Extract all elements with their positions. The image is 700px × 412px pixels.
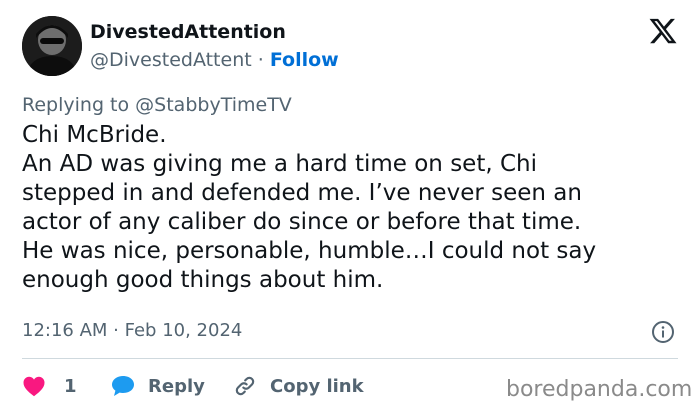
reply-button[interactable]: Reply [110,372,205,400]
tweet-text: Chi McBride. An AD was giving me a hard … [22,121,682,295]
tweet-line: enough good things about him. [22,267,384,293]
like-count: 1 [64,375,77,397]
speech-bubble-icon [112,376,134,396]
replying-to: Replying to @StabbyTimeTV [22,93,292,117]
handle[interactable]: @DivestedAttent [90,49,252,71]
tweet-header: DivestedAttention @DivestedAttent · Foll… [22,16,682,78]
heart-icon [23,376,45,397]
display-name[interactable]: DivestedAttention [90,20,339,44]
author-info: DivestedAttention @DivestedAttent · Foll… [90,20,339,73]
follow-button[interactable]: Follow [270,49,339,71]
x-logo-icon[interactable] [648,16,678,46]
replying-prefix: Replying to [22,94,130,116]
avatar-image [22,16,82,76]
copy-link-label: Copy link [270,375,364,397]
tweet-line: Chi McBride. [22,122,167,148]
tweet-line: He was nice, personable, humble…I could … [22,238,597,264]
reply-label: Reply [148,375,205,397]
reply-mention-link[interactable]: @StabbyTimeTV [135,94,292,116]
copy-link-button[interactable]: Copy link [232,372,364,400]
watermark: boredpanda.com [506,377,693,402]
handle-separator: · [257,49,264,71]
avatar[interactable] [22,16,82,76]
tweet-timestamp[interactable]: 12:16 AM · Feb 10, 2024 [22,319,242,343]
like-button[interactable]: 1 [22,372,77,400]
info-icon[interactable] [651,320,675,344]
tweet-line: An AD was giving me a hard time on set, … [22,151,537,177]
handle-row: @DivestedAttent · Follow [90,47,339,73]
divider [22,358,678,359]
tweet-line: stepped in and defended me. I’ve never s… [22,180,582,206]
link-icon [235,376,255,396]
tweet-line: actor of any caliber do since or before … [22,209,582,235]
